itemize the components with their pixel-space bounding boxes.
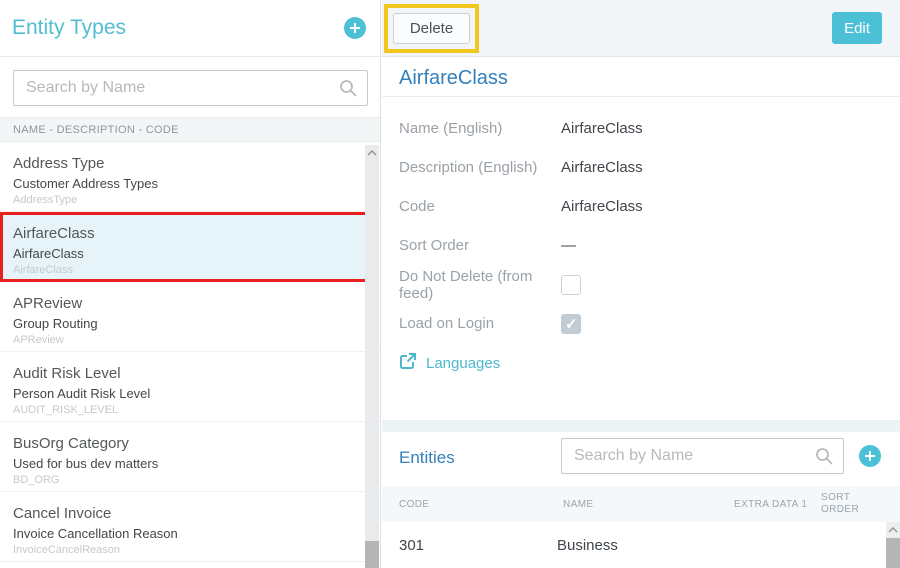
list-item-cancel-invoice[interactable]: Cancel Invoice Invoice Cancellation Reas… xyxy=(0,492,380,562)
list-item-address-type[interactable]: Address Type Customer Address Types Addr… xyxy=(0,142,380,212)
item-name: Audit Risk Level xyxy=(13,365,366,382)
list-item-busorg-category[interactable]: BusOrg Category Used for bus dev matters… xyxy=(0,422,380,492)
add-entity-button[interactable] xyxy=(859,445,881,467)
entities-search-input[interactable] xyxy=(561,438,844,474)
scrollbar-thumb[interactable] xyxy=(886,538,900,568)
field-row-do-not-delete: Do Not Delete (from feed) xyxy=(382,265,900,304)
detail-title-row: AirfareClass xyxy=(382,57,900,97)
field-value: AirfareClass xyxy=(561,120,643,137)
entity-types-search-input[interactable] xyxy=(13,70,368,106)
detail-title: AirfareClass xyxy=(399,67,900,90)
item-code: BD_ORG xyxy=(13,474,366,486)
item-name: Address Type xyxy=(13,155,366,172)
detail-fields: Name (English) AirfareClass Description … xyxy=(382,97,900,343)
delete-button[interactable]: Delete xyxy=(393,13,470,44)
item-name: Cancel Invoice xyxy=(13,505,366,522)
list-column-header: NAME - DESCRIPTION - CODE xyxy=(0,117,380,142)
app-root: Entity Types NAME - DESCRIPTION - CODE A… xyxy=(0,0,900,568)
entities-table-header: CODE NAME EXTRA DATA 1 SORTORDER xyxy=(382,486,900,522)
search-icon xyxy=(814,446,834,471)
field-value: — xyxy=(561,237,576,254)
field-label: Sort Order xyxy=(399,237,561,254)
external-link-icon xyxy=(399,352,417,375)
plus-icon xyxy=(349,22,361,34)
do-not-delete-checkbox[interactable] xyxy=(561,275,581,295)
page-title: Entity Types xyxy=(12,16,126,40)
list-item-airfareclass-selected[interactable]: AirfareClass AirfareClass AirfareClass xyxy=(0,212,376,282)
languages-label: Languages xyxy=(426,355,500,372)
entities-search-row xyxy=(561,438,844,474)
load-on-login-checkbox[interactable] xyxy=(561,314,581,334)
entity-row-301[interactable]: 301 Business xyxy=(382,522,886,568)
entity-types-header: Entity Types xyxy=(0,0,380,57)
item-code: AddressType xyxy=(13,194,366,206)
add-entity-type-button[interactable] xyxy=(344,17,366,39)
field-label: Do Not Delete (from feed) xyxy=(399,268,561,302)
scrollbar-thumb[interactable] xyxy=(365,541,379,568)
item-name: APReview xyxy=(13,295,366,312)
item-code: APReview xyxy=(13,334,366,346)
entities-card: Entities CODE NAME EXTRA DATA 1 SORTORDE… xyxy=(382,432,900,568)
item-description: Used for bus dev matters xyxy=(13,456,366,471)
field-label: Code xyxy=(399,198,561,215)
field-row-code: Code AirfareClass xyxy=(382,187,900,226)
search-icon xyxy=(338,78,358,103)
languages-link[interactable]: Languages xyxy=(382,352,522,375)
item-code: AirfareClass xyxy=(13,264,362,276)
detail-card: AirfareClass Name (English) AirfareClass… xyxy=(382,57,900,420)
edit-button[interactable]: Edit xyxy=(832,12,882,44)
entity-types-panel: Entity Types NAME - DESCRIPTION - CODE A… xyxy=(0,0,381,568)
entities-scrollbar[interactable] xyxy=(886,522,900,568)
list-item-apreview[interactable]: APReview Group Routing APReview xyxy=(0,282,380,352)
chevron-up-icon[interactable] xyxy=(886,522,900,537)
column-header-extra-data-1: EXTRA DATA 1 xyxy=(734,499,807,510)
field-row-description: Description (English) AirfareClass xyxy=(382,148,900,187)
item-name: BusOrg Category xyxy=(13,435,366,452)
entity-code: 301 xyxy=(399,537,424,554)
section-divider xyxy=(382,420,900,432)
field-value: AirfareClass xyxy=(561,159,643,176)
item-description: Person Audit Risk Level xyxy=(13,386,366,401)
plus-icon xyxy=(864,450,876,462)
field-value: AirfareClass xyxy=(561,198,643,215)
entity-name: Business xyxy=(557,537,618,554)
field-label: Name (English) xyxy=(399,120,561,137)
item-code: InvoiceCancelReason xyxy=(13,544,366,556)
entities-title: Entities xyxy=(399,448,455,468)
field-row-name: Name (English) AirfareClass xyxy=(382,109,900,148)
column-header-code: CODE xyxy=(399,499,430,510)
field-row-sort-order: Sort Order — xyxy=(382,226,900,265)
entity-types-search-row xyxy=(0,57,380,117)
column-header-name: NAME xyxy=(563,499,594,510)
list-item-audit-risk-level[interactable]: Audit Risk Level Person Audit Risk Level… xyxy=(0,352,380,422)
detail-toolbar: Delete Edit xyxy=(382,0,900,57)
item-name: AirfareClass xyxy=(13,225,362,242)
item-description: AirfareClass xyxy=(13,246,362,261)
detail-panel: Delete Edit AirfareClass Name (English) … xyxy=(382,0,900,568)
chevron-up-icon[interactable] xyxy=(365,145,379,160)
item-code: AUDIT_RISK_LEVEL xyxy=(13,404,366,416)
field-row-load-on-login: Load on Login xyxy=(382,304,900,343)
list-scrollbar[interactable] xyxy=(365,145,379,568)
delete-button-highlight-box: Delete xyxy=(384,4,479,53)
entity-type-list: Address Type Customer Address Types Addr… xyxy=(0,142,380,562)
item-description: Invoice Cancellation Reason xyxy=(13,526,366,541)
field-label: Load on Login xyxy=(399,315,561,332)
item-description: Group Routing xyxy=(13,316,366,331)
field-label: Description (English) xyxy=(399,159,561,176)
column-header-sort-order: SORTORDER xyxy=(821,492,865,516)
item-description: Customer Address Types xyxy=(13,176,366,191)
